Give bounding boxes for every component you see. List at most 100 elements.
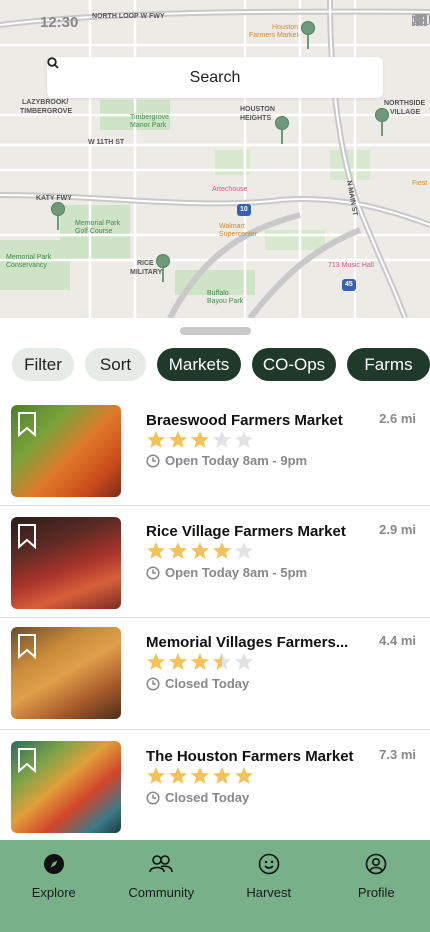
bookmark-icon[interactable]	[17, 411, 37, 437]
bookmark-icon[interactable]	[17, 523, 37, 549]
star-icon	[213, 653, 231, 670]
map-label-rice-1: RICE	[137, 260, 154, 267]
star-icon	[147, 542, 165, 559]
nav-community[interactable]: Community	[108, 840, 216, 932]
map-pin[interactable]	[51, 202, 65, 232]
farms-chip[interactable]: Farms	[347, 348, 430, 381]
map-pin[interactable]	[275, 116, 289, 146]
nav-harvest-label: Harvest	[246, 885, 292, 900]
nav-explore-label: Explore	[31, 885, 76, 900]
nav-profile-label: Profile	[357, 885, 395, 900]
market-row[interactable]: Rice Village Farmers Market 2.9 mi Open …	[0, 506, 430, 618]
market-distance: 4.4 mi	[379, 633, 416, 648]
poi-music-hall: 713 Music Hall	[328, 262, 374, 269]
bottom-nav: Explore Community Harvest Profile	[0, 840, 430, 932]
star-icon	[147, 431, 165, 448]
sheet-drag-handle[interactable]	[180, 327, 251, 335]
rating-stars	[146, 430, 254, 450]
map-pin[interactable]	[301, 21, 315, 51]
poi-timbergrove-park-2: Manor Park	[130, 122, 167, 129]
star-icon	[169, 653, 187, 670]
poi-houston-farmers-market-2: Farmers Market	[249, 32, 299, 39]
poi-timbergrove-park-1: Timbergrove	[130, 114, 170, 121]
market-distance: 7.3 mi	[379, 747, 416, 762]
star-icon	[213, 542, 231, 559]
star-icon	[191, 431, 209, 448]
market-hours-text: Open Today 8am - 5pm	[165, 565, 308, 580]
market-row[interactable]: Braeswood Farmers Market 2.6 mi Open Tod…	[0, 394, 430, 506]
bookmark-icon[interactable]	[17, 747, 37, 773]
map-label-northside-1: NORTHSIDE	[384, 100, 426, 107]
map-label-houston-heights-2: HEIGHTS	[240, 115, 272, 122]
market-hours: Closed Today	[146, 676, 249, 691]
search-label: Search	[189, 68, 241, 86]
co-ops-chip[interactable]: CO-Ops	[252, 348, 336, 381]
market-name: Memorial Villages Farmers...	[146, 634, 349, 651]
nav-harvest[interactable]: Harvest	[215, 840, 323, 932]
bookmark-icon[interactable]	[17, 633, 37, 659]
market-row[interactable]: The Houston Farmers Market 7.3 mi Closed…	[0, 730, 430, 842]
map-view[interactable]: 12:30 NORTH LOOP W FWY LAZYBROOK/ TIMBER…	[0, 0, 430, 318]
poi-fiesta: Fiest	[412, 180, 428, 187]
poi-walmart-2: Supercenter	[219, 231, 258, 238]
star-icon	[235, 431, 253, 448]
nav-profile[interactable]: Profile	[323, 840, 430, 932]
shield-i45-label: 45	[345, 281, 353, 288]
poi-artechouse: Artechouse	[212, 186, 248, 193]
map-label-northside-2: VILLAGE	[390, 109, 421, 116]
star-icon	[169, 431, 187, 448]
filter-chip[interactable]: Filter	[12, 348, 74, 381]
star-icon	[235, 767, 253, 784]
poi-memorial-conservancy-1: Memorial Park	[6, 254, 52, 261]
poi-buffalo-1: Buffalo	[207, 290, 229, 297]
clock-icon	[146, 676, 160, 691]
star-icon	[191, 542, 209, 559]
poi-memorial-golf-2: Golf Course	[75, 228, 113, 235]
people-icon	[149, 855, 174, 873]
market-name: Braeswood Farmers Market	[146, 412, 343, 429]
market-hours-text: Open Today 8am - 9pm	[165, 453, 308, 468]
star-icon	[147, 653, 165, 670]
star-icon	[191, 767, 209, 784]
market-list: Braeswood Farmers Market 2.6 mi Open Tod…	[0, 394, 430, 842]
search-bar[interactable]: Search	[47, 57, 383, 98]
star-icon	[169, 767, 187, 784]
market-photo	[11, 741, 121, 833]
market-distance: 2.9 mi	[379, 522, 416, 537]
map-label-north-loop: NORTH LOOP W FWY	[92, 13, 165, 20]
market-distance: 2.6 mi	[379, 411, 416, 426]
market-row[interactable]: Memorial Villages Farmers... 4.4 mi Clos…	[0, 618, 430, 730]
nav-explore[interactable]: Explore	[0, 840, 108, 932]
market-hours: Open Today 8am - 5pm	[146, 565, 307, 580]
star-icon	[169, 542, 187, 559]
star-icon	[235, 653, 253, 670]
market-photo	[11, 405, 121, 497]
market-hours-text: Closed Today	[165, 790, 250, 805]
poi-buffalo-2: Bayou Park	[207, 298, 244, 305]
filter-chip-bar: Filter Sort Markets CO-Ops Farms	[12, 348, 430, 381]
profile-icon	[365, 853, 387, 875]
market-name: Rice Village Farmers Market	[146, 523, 346, 540]
rating-stars	[146, 766, 254, 786]
markets-chip[interactable]: Markets	[157, 348, 241, 381]
clock-icon	[146, 790, 160, 805]
smiley-icon	[258, 853, 280, 875]
map-label-timbergrove: TIMBERGROVE	[20, 108, 73, 115]
map-pin[interactable]	[375, 108, 389, 138]
market-name: The Houston Farmers Market	[146, 748, 354, 765]
nav-community-label: Community	[128, 885, 195, 900]
market-hours: Open Today 8am - 9pm	[146, 453, 307, 468]
star-icon	[235, 542, 253, 559]
status-time: 12:30	[40, 14, 79, 31]
sort-chip[interactable]: Sort	[85, 348, 146, 381]
clock-icon	[146, 453, 160, 468]
star-icon	[191, 653, 209, 670]
poi-walmart-1: Walmart	[219, 223, 245, 230]
market-hours-text: Closed Today	[165, 676, 250, 691]
shield-i10-label: 10	[240, 206, 248, 213]
battery-icon	[412, 14, 430, 25]
search-icon	[47, 57, 59, 69]
map-label-houston-heights-1: HOUSTON	[240, 106, 275, 113]
market-photo	[11, 627, 121, 719]
map-pin[interactable]	[156, 254, 170, 284]
